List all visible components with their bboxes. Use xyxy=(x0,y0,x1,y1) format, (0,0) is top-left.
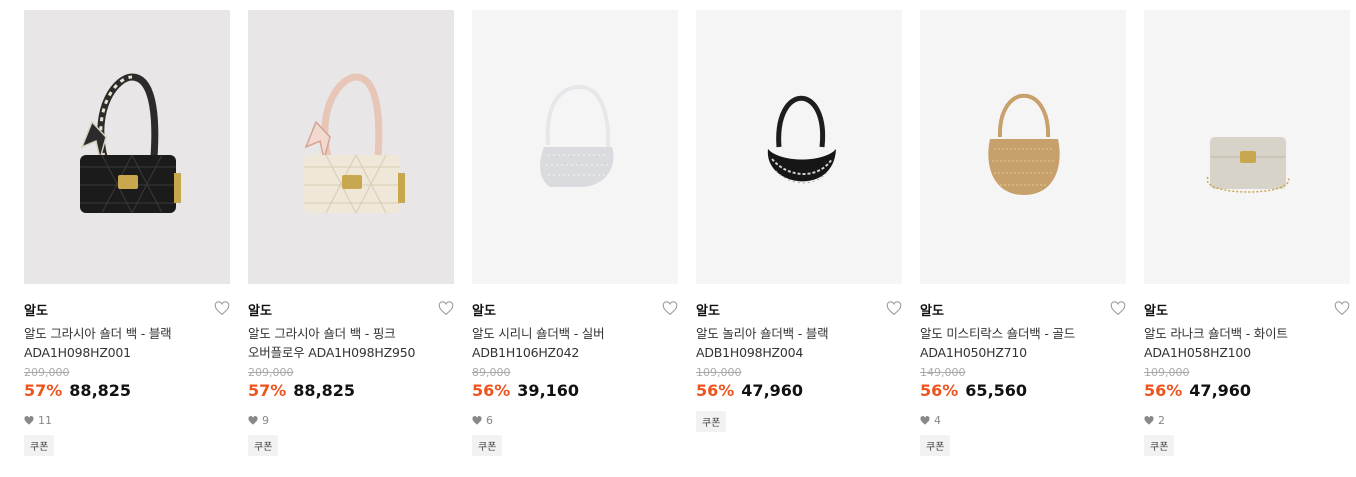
discount-rate: 57% xyxy=(24,381,63,400)
product-card[interactable]: 알도 알도 시리니 숄더백 - 실버 ADB1H106HZ042 89,000 … xyxy=(472,10,678,456)
product-name[interactable]: 알도 시리니 숄더백 - 실버 ADB1H106HZ042 xyxy=(472,324,678,362)
original-price: 149,000 xyxy=(920,366,966,379)
product-name[interactable]: 알도 미스티락스 숄더백 - 골드 ADA1H050HZ710 xyxy=(920,324,1126,362)
coupon-badge: 쿠폰 xyxy=(24,435,55,456)
discount-rate: 56% xyxy=(920,381,959,400)
product-name[interactable]: 알도 라나크 숄더백 - 화이트 ADA1H058HZ100 xyxy=(1144,324,1350,362)
price-row: 56% 39,160 xyxy=(472,381,678,403)
sale-price: 65,560 xyxy=(965,381,1028,400)
brand-name[interactable]: 알도 xyxy=(24,300,48,319)
coupon-badge: 쿠폰 xyxy=(1144,435,1175,456)
product-name[interactable]: 알도 놀리아 숄더백 - 블랙 ADB1H098HZ004 xyxy=(696,324,902,362)
brand-name[interactable]: 알도 xyxy=(696,300,720,319)
black-quilted-bag-image xyxy=(80,73,181,214)
coupon-badge: 쿠폰 xyxy=(472,435,503,456)
heart-filled-icon xyxy=(1144,415,1154,425)
original-price: 109,000 xyxy=(1144,366,1190,379)
price-row: 57% 88,825 xyxy=(248,381,454,403)
white-tweed-bag-image xyxy=(1206,137,1290,193)
like-count: 11 xyxy=(24,413,230,427)
heart-icon[interactable] xyxy=(1110,301,1126,317)
heart-filled-icon xyxy=(24,415,34,425)
original-price: 209,000 xyxy=(248,366,294,379)
black-crystal-hobo-image xyxy=(767,95,836,184)
sale-price: 47,960 xyxy=(1189,381,1252,400)
brand-name[interactable]: 알도 xyxy=(920,300,944,319)
brand-name[interactable]: 알도 xyxy=(1144,300,1168,319)
heart-filled-icon xyxy=(248,415,258,425)
discount-rate: 56% xyxy=(1144,381,1183,400)
coupon-badge: 쿠폰 xyxy=(696,411,727,432)
product-image[interactable] xyxy=(696,10,902,284)
sale-price: 88,825 xyxy=(69,381,132,400)
discount-rate: 56% xyxy=(472,381,511,400)
product-image[interactable] xyxy=(248,10,454,284)
product-card[interactable]: 알도 알도 라나크 숄더백 - 화이트 ADA1H058HZ100 109,00… xyxy=(1144,10,1350,456)
heart-icon[interactable] xyxy=(1334,301,1350,317)
like-count: 2 xyxy=(1144,413,1350,427)
product-image[interactable] xyxy=(1144,10,1350,284)
like-count: 6 xyxy=(472,413,678,427)
heart-filled-icon xyxy=(472,415,482,425)
product-card[interactable]: 알도 알도 그라시아 숄더 백 - 핑크 오버플로우 ADA1H098HZ950… xyxy=(248,10,454,456)
cream-quilted-bag-image xyxy=(304,73,405,214)
product-image[interactable] xyxy=(920,10,1126,284)
heart-icon[interactable] xyxy=(662,301,678,317)
heart-icon[interactable] xyxy=(438,301,454,317)
heart-icon[interactable] xyxy=(214,301,230,317)
heart-icon[interactable] xyxy=(886,301,902,317)
product-name[interactable]: 알도 그라시아 숄더 백 - 핑크 오버플로우 ADA1H098HZ950 xyxy=(248,324,454,362)
product-card[interactable]: 알도 알도 미스티락스 숄더백 - 골드 ADA1H050HZ710 149,0… xyxy=(920,10,1126,456)
original-price: 209,000 xyxy=(24,366,70,379)
discount-rate: 56% xyxy=(696,381,735,400)
coupon-badge: 쿠폰 xyxy=(920,435,951,456)
coupon-badge: 쿠폰 xyxy=(248,435,279,456)
discount-rate: 57% xyxy=(248,381,287,400)
sale-price: 39,160 xyxy=(517,381,580,400)
product-card[interactable]: 알도 알도 그라시아 숄더 백 - 블랙 ADA1H098HZ001 209,0… xyxy=(24,10,230,456)
price-row: 56% 47,960 xyxy=(1144,381,1350,403)
original-price: 109,000 xyxy=(696,366,742,379)
gold-mesh-bag-image xyxy=(988,93,1060,195)
product-image[interactable] xyxy=(24,10,230,284)
original-price: 89,000 xyxy=(472,366,511,379)
product-grid: 알도 알도 그라시아 숄더 백 - 블랙 ADA1H098HZ001 209,0… xyxy=(24,10,1350,456)
like-count: 4 xyxy=(920,413,1126,427)
like-count: 9 xyxy=(248,413,454,427)
sale-price: 47,960 xyxy=(741,381,804,400)
price-row: 56% 65,560 xyxy=(920,381,1126,403)
sale-price: 88,825 xyxy=(293,381,356,400)
product-card[interactable]: 알도 알도 놀리아 숄더백 - 블랙 ADB1H098HZ004 109,000… xyxy=(696,10,902,456)
price-row: 56% 47,960 xyxy=(696,381,902,403)
silver-crystal-bag-image xyxy=(540,84,614,187)
product-name[interactable]: 알도 그라시아 숄더 백 - 블랙 ADA1H098HZ001 xyxy=(24,324,230,362)
brand-name[interactable]: 알도 xyxy=(472,300,496,319)
heart-filled-icon xyxy=(920,415,930,425)
price-row: 57% 88,825 xyxy=(24,381,230,403)
product-image[interactable] xyxy=(472,10,678,284)
brand-name[interactable]: 알도 xyxy=(248,300,272,319)
